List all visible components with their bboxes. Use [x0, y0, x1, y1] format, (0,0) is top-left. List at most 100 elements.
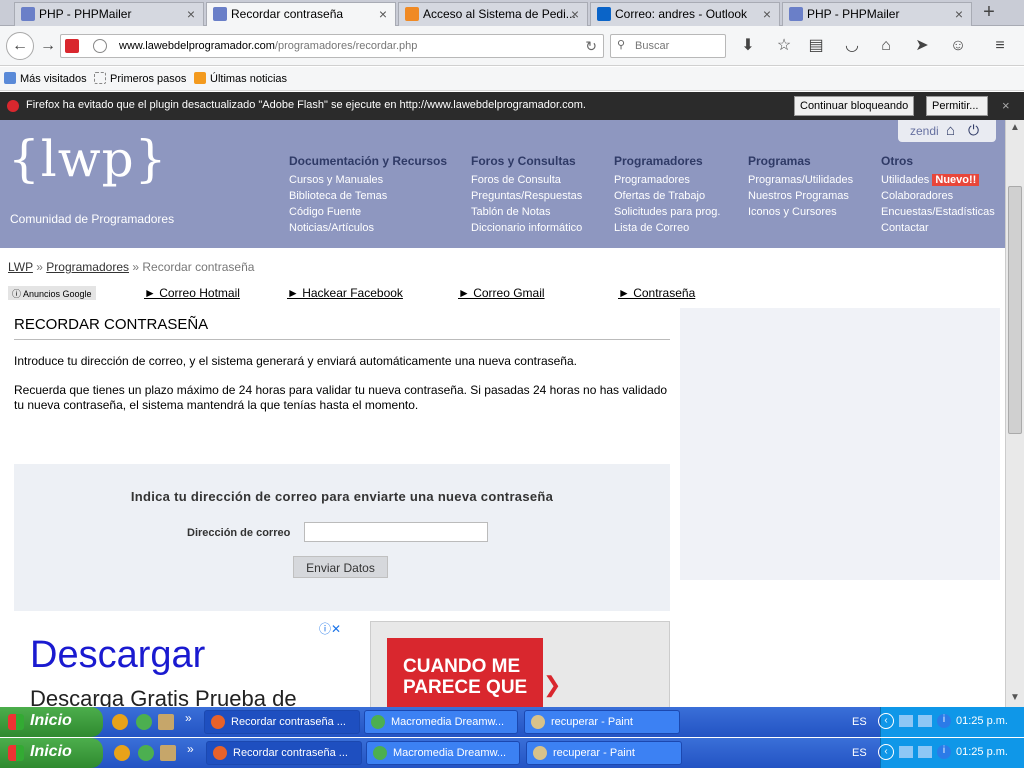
taskbar-paint[interactable]: recuperar - Paint	[524, 710, 680, 734]
menu-item[interactable]: Cursos y Manuales	[289, 172, 447, 188]
menu-item[interactable]: Código Fuente	[289, 204, 447, 220]
breadcrumb-section-link[interactable]: Programadores	[46, 260, 129, 274]
menu-item[interactable]: Iconos y Cursores	[748, 204, 853, 220]
url-bar[interactable]: www.lawebdelprogramador.com/programadore…	[60, 34, 604, 58]
download-icon[interactable]: ⬇	[736, 34, 760, 58]
chrome-icon[interactable]	[112, 714, 128, 730]
ads-badge[interactable]: ⓘ Anuncios Google	[8, 286, 96, 300]
send-icon[interactable]: ➤	[910, 34, 934, 58]
pocket-icon[interactable]: ◡	[840, 34, 864, 58]
taskbar-dreamweaver[interactable]: Macromedia Dreamw...	[366, 741, 520, 765]
info-icon[interactable]: i	[937, 745, 951, 759]
forward-button[interactable]: →	[36, 34, 60, 58]
menu-item[interactable]: Ofertas de Trabajo	[614, 188, 720, 204]
tab-phpmailer-2[interactable]: PHP - PHPMailer ×	[782, 2, 972, 26]
info-icon[interactable]: i	[937, 714, 951, 728]
send-button[interactable]: Enviar Datos	[293, 556, 388, 578]
dreamweaver-icon[interactable]	[136, 714, 152, 730]
bookmark-most-visited[interactable]: Más visitados	[4, 72, 87, 85]
menu-item[interactable]: Tablón de Notas	[471, 204, 582, 220]
overflow-chevron-icon[interactable]: »	[185, 711, 192, 725]
ad-link[interactable]: ► Correo Gmail	[458, 286, 545, 300]
menu-item[interactable]: Nuestros Programas	[748, 188, 853, 204]
menu-item[interactable]: Foros de Consulta	[471, 172, 582, 188]
info-icon[interactable]: ⓘ	[319, 622, 331, 636]
bookmark-star-icon[interactable]: ☆	[772, 34, 796, 58]
tray-expand-icon[interactable]: ‹	[878, 713, 894, 729]
email-field[interactable]	[304, 522, 488, 542]
ad-link[interactable]: ► Correo Hotmail	[144, 286, 240, 300]
chrome-icon[interactable]	[114, 745, 130, 761]
bookmark-first-steps[interactable]: Primeros pasos	[94, 72, 186, 85]
close-icon[interactable]: ✕	[331, 622, 341, 636]
ad-choices[interactable]: ⓘ✕	[319, 620, 341, 637]
site-logo[interactable]: {lwp}	[8, 130, 167, 188]
menu-heading[interactable]: Programadores	[614, 153, 720, 169]
language-indicator[interactable]: ES	[852, 716, 867, 728]
close-icon[interactable]: ×	[379, 6, 387, 22]
start-button[interactable]: Inicio	[0, 738, 103, 768]
taskbar-firefox[interactable]: Recordar contraseña ...	[206, 741, 362, 765]
menu-item[interactable]: Lista de Correo	[614, 220, 720, 236]
home-icon[interactable]: ⌂	[874, 34, 898, 58]
close-icon[interactable]: ×	[1002, 98, 1010, 113]
menu-item[interactable]: Encuestas/Estadísticas	[881, 204, 995, 220]
tray-expand-icon[interactable]: ‹	[878, 744, 894, 760]
back-button[interactable]: ←	[6, 32, 34, 60]
scrollbar-thumb[interactable]	[1008, 186, 1022, 434]
bookmark-latest-news[interactable]: Últimas noticias	[194, 72, 287, 85]
app-launcher-icon[interactable]	[158, 714, 174, 730]
taskbar-firefox[interactable]: Recordar contraseña ...	[204, 710, 360, 734]
tab-outlook[interactable]: Correo: andres - Outlook ×	[590, 2, 780, 26]
taskbar-dreamweaver[interactable]: Macromedia Dreamw...	[364, 710, 518, 734]
dreamweaver-icon[interactable]	[138, 745, 154, 761]
google-ad[interactable]: Descargar Descarga Gratis Prueba de ⓘ✕	[14, 620, 354, 708]
menu-item[interactable]: Programadores	[614, 172, 720, 188]
network-icon[interactable]	[918, 715, 932, 727]
home-icon[interactable]: ⌂	[946, 122, 955, 139]
close-icon[interactable]: ×	[955, 6, 963, 22]
keep-blocking-button[interactable]: Continuar bloqueando	[794, 96, 915, 116]
tab-acceso[interactable]: Acceso al Sistema de Pedi... ×	[398, 2, 588, 26]
menu-item[interactable]: Diccionario informático	[471, 220, 582, 236]
taskbar-paint[interactable]: recuperar - Paint	[526, 741, 682, 765]
menu-item[interactable]: Utilidades	[881, 174, 929, 186]
menu-item[interactable]: Contactar	[881, 220, 995, 236]
menu-icon[interactable]: ≡	[988, 34, 1012, 58]
ad-title[interactable]: Descargar	[30, 634, 205, 677]
scroll-down-icon[interactable]: ▼	[1010, 692, 1020, 703]
ad-link[interactable]: ► Hackear Facebook	[287, 286, 403, 300]
scroll-up-icon[interactable]: ▲	[1010, 122, 1020, 133]
plugin-blocked-icon[interactable]	[65, 39, 79, 53]
menu-item[interactable]: Preguntas/Respuestas	[471, 188, 582, 204]
close-icon[interactable]: ×	[187, 6, 195, 22]
menu-item[interactable]: Biblioteca de Temas	[289, 188, 447, 204]
close-icon[interactable]: ×	[763, 6, 771, 22]
close-icon[interactable]: ×	[571, 6, 579, 22]
menu-item[interactable]: Solicitudes para prog.	[614, 204, 720, 220]
menu-heading[interactable]: Otros	[881, 153, 995, 169]
start-button[interactable]: Inicio	[0, 707, 103, 737]
username[interactable]: zendi	[910, 124, 939, 138]
page-scrollbar[interactable]: ▲ ▼	[1005, 120, 1024, 708]
search-input[interactable]: ⚲ Buscar	[610, 34, 726, 58]
app-launcher-icon[interactable]	[160, 745, 176, 761]
banner-ad[interactable]: CUANDO ME PARECE QUE ❯	[370, 621, 670, 708]
reading-list-icon[interactable]: ▤	[804, 34, 828, 58]
allow-button[interactable]: Permitir...	[926, 96, 988, 116]
tab-recordar[interactable]: Recordar contraseña ×	[206, 2, 396, 27]
menu-item[interactable]: Colaboradores	[881, 188, 995, 204]
network-icon[interactable]	[899, 715, 913, 727]
menu-item[interactable]: Programas/Utilidades	[748, 172, 853, 188]
menu-heading[interactable]: Documentación y Recursos	[289, 153, 447, 169]
power-icon[interactable]: ⏻	[968, 122, 979, 139]
chat-icon[interactable]: ☺	[946, 34, 970, 58]
network-icon[interactable]	[918, 746, 932, 758]
breadcrumb-home-link[interactable]: LWP	[8, 260, 33, 274]
tab-phpmailer-1[interactable]: PHP - PHPMailer ×	[14, 2, 204, 26]
reload-icon[interactable]: ↻	[585, 38, 597, 55]
menu-item[interactable]: Noticias/Artículos	[289, 220, 447, 236]
new-tab-button[interactable]: +	[976, 1, 1002, 25]
menu-heading[interactable]: Programas	[748, 153, 853, 169]
overflow-chevron-icon[interactable]: »	[187, 742, 194, 756]
